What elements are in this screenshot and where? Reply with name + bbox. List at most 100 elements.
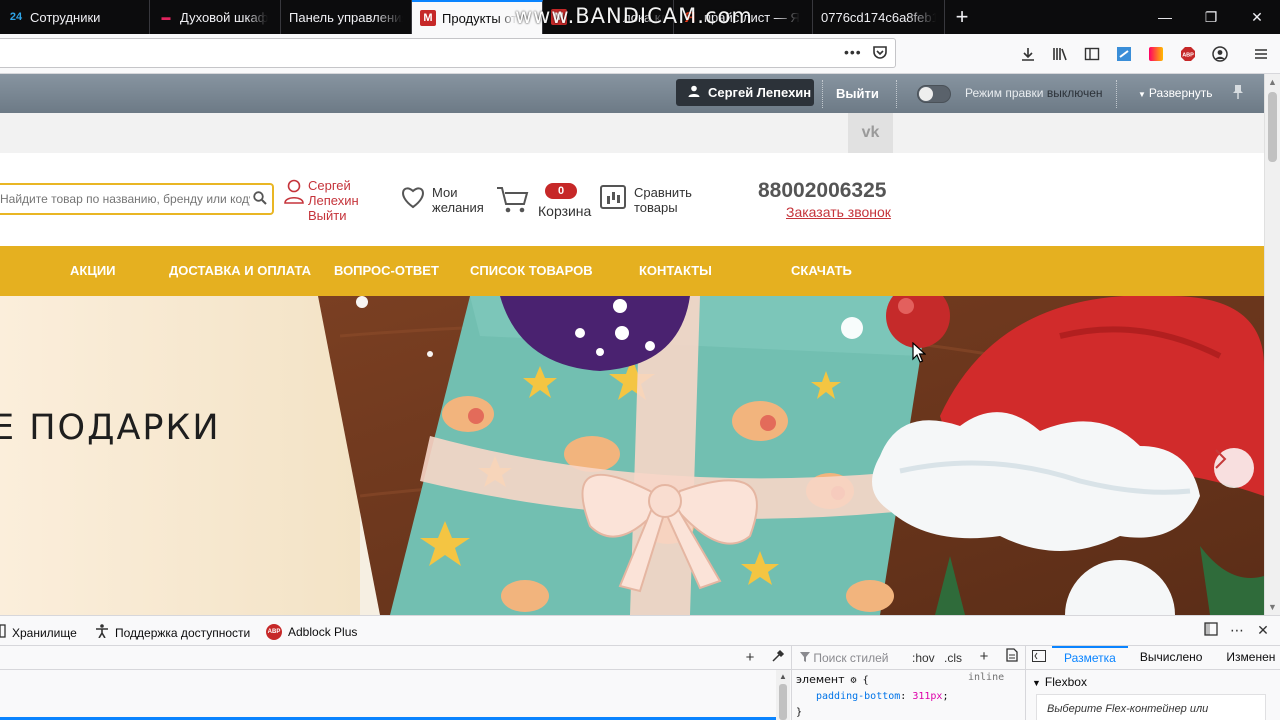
css-value[interactable]: 311px	[912, 691, 942, 702]
extension-gradient-icon[interactable]	[1140, 42, 1172, 66]
devtools-panel: Хранилище Поддержка доступности ABP Adbl…	[0, 615, 1280, 720]
scroll-down-arrow[interactable]: ▼	[1268, 602, 1277, 612]
user-outline-icon	[284, 178, 304, 223]
svg-text:ABP: ABP	[1182, 53, 1194, 59]
divider	[896, 80, 897, 108]
tab-oven[interactable]: ▬ Духовой шкаф	[150, 0, 281, 34]
screenshot-icon[interactable]	[1108, 42, 1140, 66]
vk-icon[interactable]: vk	[848, 113, 893, 153]
rule-brace: {	[862, 675, 869, 686]
menu-item-download[interactable]: СКАЧАТЬ	[791, 263, 852, 278]
account-logout-link[interactable]: Выйти	[308, 208, 359, 223]
menu-item-products[interactable]: СПИСОК ТОВАРОВ	[470, 263, 593, 278]
pocket-icon[interactable]	[872, 44, 888, 63]
tab-computed[interactable]: Вычислено	[1128, 646, 1215, 670]
wishlist-link[interactable]: Мои желания	[400, 185, 484, 215]
admin-user-button[interactable]: Сергей Лепехин	[676, 79, 814, 106]
caret-down-icon: ▼	[1138, 90, 1146, 99]
edit-mode-state: выключен	[1046, 86, 1103, 100]
style-filter-input[interactable]: Поиск стилей	[800, 651, 889, 665]
admin-logout-link[interactable]: Выйти	[836, 86, 879, 101]
sidebar-icon[interactable]	[1076, 42, 1108, 66]
tab-employees[interactable]: 24 Сотрудники	[0, 0, 150, 34]
menu-item-promotions[interactable]: АКЦИИ	[70, 263, 116, 278]
more-options-icon[interactable]: ⋯	[1224, 622, 1250, 639]
page-scrollbar[interactable]: ▲ ▼	[1264, 74, 1280, 615]
add-rule-icon[interactable]: +	[970, 648, 998, 666]
adblock-toolbar-icon[interactable]: ABP	[1172, 42, 1204, 66]
toggle-sidebar-icon[interactable]	[1026, 646, 1052, 670]
admin-user-name: Сергей Лепехин	[708, 85, 812, 100]
markup-toolbar: +	[736, 649, 792, 666]
scroll-up-arrow[interactable]: ▲	[1268, 77, 1277, 87]
add-node-icon[interactable]: +	[736, 649, 764, 666]
account-last-name[interactable]: Лепехин	[308, 193, 359, 208]
search-input[interactable]	[0, 185, 250, 213]
css-property[interactable]: padding-bottom	[796, 691, 900, 702]
rule-toolbar: +	[970, 648, 1026, 666]
banner-title: Е ПОДАРКИ	[0, 408, 221, 448]
scroll-thumb[interactable]	[779, 684, 787, 720]
address-bar[interactable]: •••	[0, 38, 896, 68]
mouse-cursor-icon	[912, 342, 926, 363]
filter-icon	[800, 652, 810, 662]
menu-item-contacts[interactable]: КОНТАКТЫ	[639, 263, 712, 278]
devtools-tab-adblock[interactable]: ABP Adblock Plus	[266, 624, 357, 640]
flexbox-hint: Выберите Flex-контейнер или	[1036, 694, 1266, 720]
scroll-up-arrow[interactable]: ▲	[779, 672, 787, 681]
user-icon	[688, 85, 700, 100]
pane-splitter[interactable]	[791, 646, 792, 720]
scroll-thumb[interactable]	[1268, 92, 1277, 162]
devtools-tab-storage[interactable]: Хранилище	[0, 624, 77, 641]
rules-scrollbar[interactable]: ▲	[776, 670, 790, 720]
pin-icon[interactable]	[1232, 84, 1244, 103]
expand-panel-button[interactable]: ▼ Развернуть	[1138, 86, 1213, 100]
compare-link[interactable]: Сравнить товары	[600, 185, 692, 215]
new-tab-button[interactable]: +	[945, 0, 979, 34]
tab-layout[interactable]: Разметка	[1052, 646, 1128, 670]
library-icon[interactable]	[1044, 42, 1076, 66]
gear-icon[interactable]: ⚙	[851, 675, 857, 686]
storage-icon	[0, 624, 6, 641]
hover-state-toggle[interactable]: :hov	[912, 651, 935, 665]
tab-strip: 24 Сотрудники ▬ Духовой шкаф Панель упра…	[0, 0, 1280, 34]
search-icon[interactable]	[253, 191, 267, 208]
download-icon[interactable]	[1012, 42, 1044, 66]
print-media-icon[interactable]	[998, 648, 1026, 666]
edit-mode-toggle[interactable]	[917, 85, 951, 103]
heart-icon	[400, 185, 426, 215]
tab-changes[interactable]: Изменен	[1214, 646, 1280, 670]
slider-next-button[interactable]	[1214, 448, 1254, 488]
callback-link[interactable]: Заказать звонок	[786, 204, 891, 220]
hero-banner[interactable]: Е ПОДАРКИ	[0, 296, 1264, 615]
cart-count-badge: 0	[545, 183, 577, 199]
divider	[822, 80, 823, 108]
rule-brace: }	[796, 707, 803, 718]
class-toggle[interactable]: .cls	[944, 651, 962, 665]
devtools-tab-accessibility[interactable]: Поддержка доступности	[95, 624, 250, 641]
page-actions-menu[interactable]: •••	[844, 44, 862, 60]
tab-title: Духовой шкаф	[180, 9, 269, 25]
close-devtools-icon[interactable]: ✕	[1250, 622, 1276, 639]
tab-hash[interactable]: 0776cd174c6a8feb11	[813, 0, 945, 34]
flexbox-title: Flexbox	[1044, 675, 1087, 689]
devtools-subtoolbar: + Поиск стилей :hov .cls + Разметка Вычи…	[0, 646, 1280, 670]
account-block[interactable]: Сергей Лепехин Выйти	[284, 178, 359, 223]
account-first-name[interactable]: Сергей	[308, 178, 359, 193]
close-window-button[interactable]: ✕	[1234, 0, 1280, 34]
pane-splitter[interactable]	[1025, 646, 1026, 720]
compare-label-1: Сравнить	[634, 185, 692, 200]
restore-button[interactable]: ❐	[1188, 0, 1234, 34]
minimize-button[interactable]: —	[1142, 0, 1188, 34]
tab-title: Сотрудники	[30, 9, 101, 25]
menu-item-faq[interactable]: ВОПРОС-ОТВЕТ	[334, 263, 439, 278]
menu-item-delivery[interactable]: ДОСТАВКА И ОПЛАТА	[169, 263, 311, 278]
flexbox-section-header[interactable]: ▼ Flexbox	[1032, 675, 1087, 689]
hamburger-menu-icon[interactable]	[1236, 42, 1280, 66]
chevron-right-icon	[1215, 449, 1227, 469]
rule-source: inline	[968, 672, 1005, 683]
account-icon[interactable]	[1204, 42, 1236, 66]
dock-side-icon[interactable]	[1198, 622, 1224, 639]
tab-control-panel[interactable]: Панель управления	[281, 0, 412, 34]
eyedropper-icon[interactable]	[764, 649, 792, 666]
